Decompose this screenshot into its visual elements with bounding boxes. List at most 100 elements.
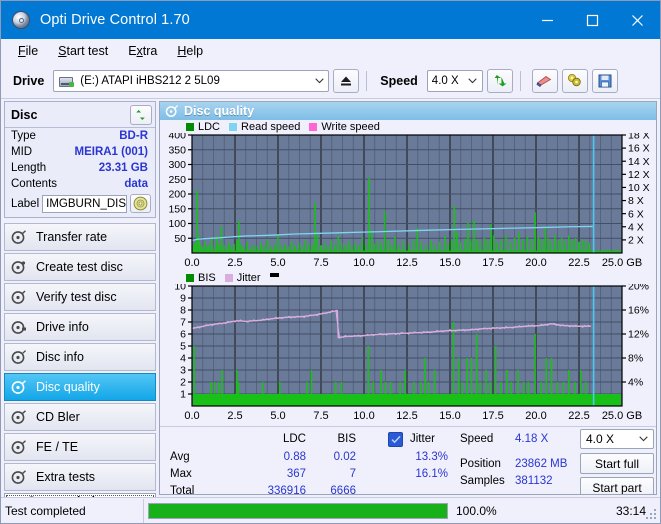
legend-label-bis: BIS <box>198 271 216 284</box>
chevron-down-icon <box>633 436 653 442</box>
svg-text:10: 10 <box>174 284 186 293</box>
resize-grip[interactable] <box>646 509 658 521</box>
stats-row-avg-label: Avg <box>170 451 190 463</box>
menu-help[interactable]: Help <box>168 42 212 60</box>
svg-text:14 X: 14 X <box>628 156 650 168</box>
disc-row-value: BD-R <box>119 130 148 142</box>
maximize-button[interactable] <box>570 1 615 39</box>
sidebar-item-verify-test-disc[interactable]: Verify test disc <box>4 283 156 311</box>
svg-text:150: 150 <box>168 203 186 215</box>
start-part-button[interactable]: Start part <box>580 477 654 494</box>
svg-text:0.0: 0.0 <box>184 410 199 422</box>
stats-row-total-label: Total <box>170 485 195 495</box>
close-button[interactable] <box>615 1 660 39</box>
start-full-button[interactable]: Start full <box>580 453 654 474</box>
svg-text:5.0: 5.0 <box>270 410 285 422</box>
sidebar-item-cd-bler[interactable]: CD Bler <box>4 403 156 431</box>
svg-text:17.5: 17.5 <box>482 257 503 269</box>
stats-position-value: 23862 MB <box>515 458 568 470</box>
disc-refresh-button[interactable] <box>130 105 152 125</box>
svg-text:7.5: 7.5 <box>313 257 328 269</box>
svg-text:0.0: 0.0 <box>184 257 199 269</box>
svg-text:20.0: 20.0 <box>525 410 546 422</box>
disc-label-row: Label IMGBURN_DIS <box>5 192 155 213</box>
svg-text:9: 9 <box>180 293 186 305</box>
sidebar-item-transfer-rate[interactable]: Transfer rate <box>4 223 156 251</box>
svg-text:25.0 GB: 25.0 GB <box>602 410 642 422</box>
sidebar-item-disc-info[interactable]: Disc info <box>4 343 156 371</box>
sidebar-item-fe-te[interactable]: FE / TE <box>4 433 156 461</box>
stats-row-max-label: Max <box>170 468 192 480</box>
legend-swatch-read-speed <box>229 122 238 131</box>
stats-samples-value: 381132 <box>515 475 553 487</box>
legend-swatch-jitter <box>224 273 233 282</box>
svg-text:18 X: 18 X <box>628 133 650 142</box>
erase-button[interactable] <box>531 68 558 93</box>
svg-text:350: 350 <box>168 144 186 156</box>
sidebar-item-label: Extra tests <box>36 470 96 484</box>
sidebar-item-create-test-disc[interactable]: Create test disc <box>4 253 156 281</box>
drive-icon <box>58 74 75 88</box>
menu-extra[interactable]: Extra <box>119 42 166 60</box>
disc-row-type: Type BD-R <box>5 128 155 144</box>
sidebar-item-label: Transfer rate <box>36 230 108 244</box>
svg-text:4 X: 4 X <box>628 221 644 233</box>
stats-samples-label: Samples <box>460 475 505 487</box>
disc-quality-icon <box>11 379 31 395</box>
menu-file[interactable]: File <box>9 42 47 60</box>
stats-total-ldc: 336916 <box>267 485 306 495</box>
svg-text:6: 6 <box>180 329 186 341</box>
svg-text:22.5: 22.5 <box>568 257 589 269</box>
eject-button[interactable] <box>333 68 360 93</box>
disc-icon-button[interactable] <box>130 194 151 213</box>
chart-ldc-legend: LDC Read speed Write speed <box>160 120 656 133</box>
legend-swatch-write-speed <box>309 122 318 131</box>
minimize-button[interactable] <box>525 1 570 39</box>
svg-text:50: 50 <box>174 233 186 245</box>
disc-panel-title: Disc <box>11 108 38 122</box>
svg-text:15.0: 15.0 <box>439 410 460 422</box>
sidebar-item-label: FE / TE <box>36 440 79 454</box>
legend-label-read-speed: Read speed <box>241 120 301 133</box>
menu-start-test[interactable]: Start test <box>49 42 117 60</box>
sidebar-item-disc-quality[interactable]: Disc quality <box>4 373 156 401</box>
speed-select[interactable]: 4.0 X <box>426 69 483 92</box>
disc-label-input[interactable]: IMGBURN_DIS <box>42 194 127 213</box>
statistics-panel: LDC BIS Avg 0.88 0.02 Max 367 7 Total 33… <box>160 426 656 495</box>
test-speed-value: 4.0 X <box>586 432 615 446</box>
stats-position-label: Position <box>460 458 501 470</box>
refresh-button[interactable] <box>486 68 513 93</box>
svg-text:12%: 12% <box>628 329 649 341</box>
svg-text:4: 4 <box>180 353 186 365</box>
optical-disc-icon <box>11 10 31 30</box>
window-title: Opti Drive Control 1.70 <box>40 12 190 28</box>
navigation-list: Transfer rate Create test disc Verify te… <box>1 223 159 493</box>
legend-swatch-ldc <box>186 122 194 131</box>
main-panel: Disc quality LDC Read speed Write speed … <box>159 101 657 495</box>
tools-button[interactable] <box>561 68 588 93</box>
stats-max-bis: 7 <box>349 468 356 480</box>
svg-text:250: 250 <box>168 174 186 186</box>
legend-marker-black <box>269 272 279 277</box>
svg-text:1: 1 <box>180 389 186 401</box>
svg-text:15.0: 15.0 <box>439 257 460 269</box>
drive-value: (E:) ATAPI iHBS212 2 5L09 <box>80 74 220 87</box>
save-button[interactable] <box>591 68 618 93</box>
drive-select[interactable]: (E:) ATAPI iHBS212 2 5L09 <box>53 69 330 92</box>
sidebar-item-extra-tests[interactable]: Extra tests <box>4 463 156 491</box>
stats-total-bis: 6666 <box>330 485 356 495</box>
svg-text:8%: 8% <box>628 353 643 365</box>
svg-text:8: 8 <box>180 305 186 317</box>
window-controls <box>525 1 660 39</box>
drive-label: Drive <box>13 73 45 88</box>
disc-row-value: 23.31 GB <box>98 162 148 174</box>
svg-text:6 X: 6 X <box>628 208 644 220</box>
main-panel-header: Disc quality <box>160 102 656 120</box>
speed-value: 4.0 X <box>431 74 459 87</box>
test-speed-select[interactable]: 4.0 X <box>580 429 654 449</box>
toolbar-divider <box>519 70 521 91</box>
jitter-checkbox[interactable] <box>388 432 403 447</box>
sidebar-item-drive-info[interactable]: Drive info <box>4 313 156 341</box>
chart-ldc-canvas: 501001502002503003504002 X4 X6 X8 X10 X1… <box>168 133 650 269</box>
svg-text:200: 200 <box>168 189 186 201</box>
